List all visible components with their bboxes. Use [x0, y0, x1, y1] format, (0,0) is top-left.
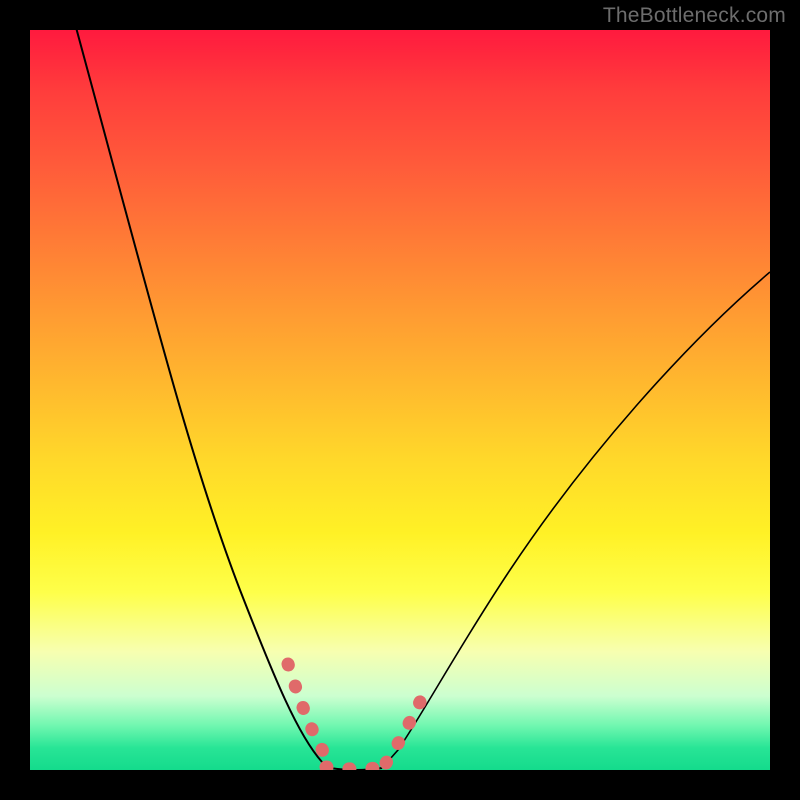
left-curve — [74, 30, 330, 768]
highlight-left — [288, 664, 330, 763]
plot-area — [30, 30, 770, 770]
watermark-text: TheBottleneck.com — [603, 4, 786, 28]
chart-frame: TheBottleneck.com — [0, 0, 800, 800]
curve-layer — [30, 30, 770, 770]
highlight-right — [386, 688, 427, 763]
right-curve — [382, 272, 770, 768]
